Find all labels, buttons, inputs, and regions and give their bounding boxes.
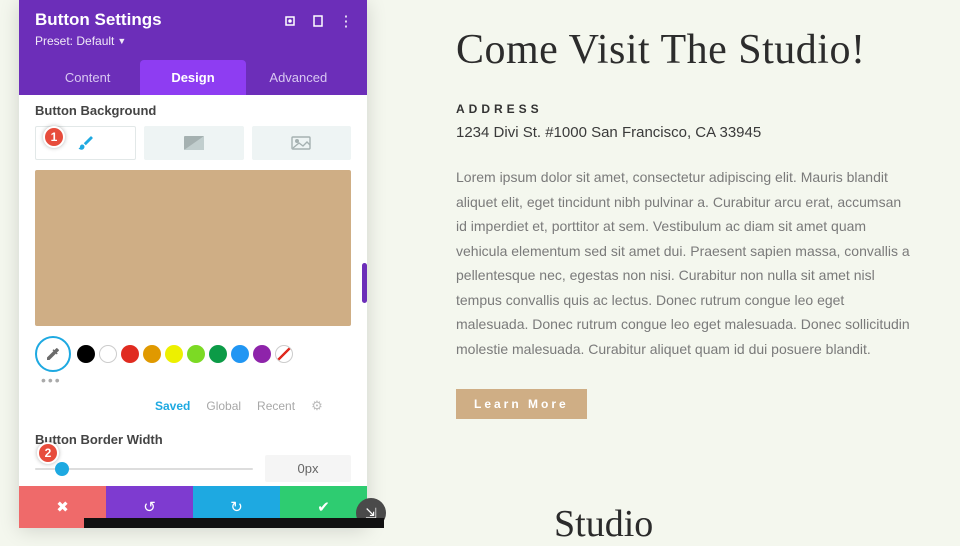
body-paragraph: Lorem ipsum dolor sit amet, consectetur … (456, 165, 914, 361)
caret-down-icon: ▼ (117, 36, 126, 46)
tab-advanced[interactable]: Advanced (246, 60, 351, 95)
background-type-gradient[interactable] (144, 126, 243, 160)
background-preview[interactable] (35, 170, 351, 326)
eyedropper-button[interactable] (35, 336, 71, 372)
background-type-image[interactable] (252, 126, 351, 160)
address-text: 1234 Divi St. #1000 San Francisco, CA 33… (456, 124, 914, 141)
swatch-purple[interactable] (253, 345, 271, 363)
palette-tab-global[interactable]: Global (206, 399, 241, 413)
page-heading: Come Visit The Studio! (456, 26, 914, 74)
palette-tabs: Saved Global Recent ⚙ (35, 398, 351, 414)
swatch-blue[interactable] (231, 345, 249, 363)
section-title-background: Button Background (35, 103, 351, 118)
slider-knob[interactable] (55, 462, 69, 476)
border-width-slider: 0px (35, 455, 351, 482)
tab-content[interactable]: Content (35, 60, 140, 95)
bottom-image-preview (84, 518, 384, 528)
panel-body: Button Background (19, 95, 367, 486)
section-title-border: Button Border Width (35, 432, 351, 447)
page-preview: Come Visit The Studio! ADDRESS 1234 Divi… (410, 0, 960, 419)
docs-icon[interactable] (307, 10, 329, 32)
swatch-lime[interactable] (187, 345, 205, 363)
palette-tab-recent[interactable]: Recent (257, 399, 295, 413)
preset-selector[interactable]: Preset: Default ▼ (35, 34, 351, 48)
swatch-red[interactable] (121, 345, 139, 363)
learn-more-button[interactable]: Learn More (456, 389, 587, 419)
swatch-black[interactable] (77, 345, 95, 363)
palette-tab-saved[interactable]: Saved (155, 399, 190, 413)
swatch-white[interactable] (99, 345, 117, 363)
callout-marker-2: 2 (37, 442, 59, 464)
background-type-row (35, 126, 351, 160)
more-swatches-icon[interactable]: ••• (41, 372, 351, 388)
expand-icon[interactable] (279, 10, 301, 32)
swatch-transparent[interactable] (275, 345, 293, 363)
bottom-heading: Studio (554, 502, 653, 546)
button-settings-panel: Button Settings Preset: Default ▼ ⋮ Cont… (19, 0, 367, 528)
border-width-value[interactable]: 0px (265, 455, 351, 482)
swatch-orange[interactable] (143, 345, 161, 363)
preset-label: Preset: Default (35, 34, 114, 48)
gear-icon[interactable]: ⚙ (311, 398, 323, 414)
scrollbar-thumb[interactable] (362, 263, 367, 303)
swatch-green[interactable] (209, 345, 227, 363)
panel-tabs: Content Design Advanced (35, 60, 351, 95)
more-icon[interactable]: ⋮ (335, 10, 357, 32)
tab-design[interactable]: Design (140, 60, 245, 95)
address-label: ADDRESS (456, 102, 914, 116)
color-swatch-row (35, 336, 351, 372)
panel-header: Button Settings Preset: Default ▼ ⋮ Cont… (19, 0, 367, 95)
swatch-yellow[interactable] (165, 345, 183, 363)
slider-track[interactable] (35, 457, 253, 481)
callout-marker-1: 1 (43, 126, 65, 148)
